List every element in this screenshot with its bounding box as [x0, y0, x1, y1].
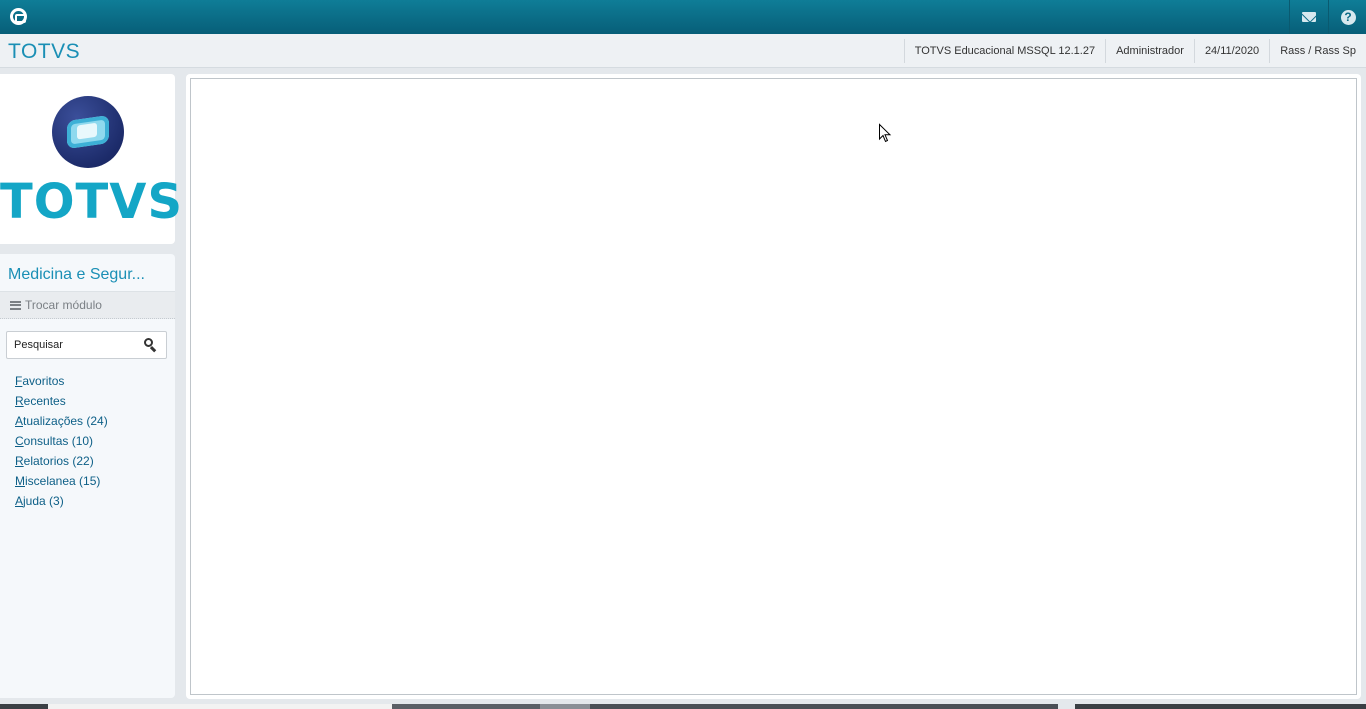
menu-item-relatorios[interactable]: Relatorios (22): [15, 453, 108, 473]
menu-item-ajuda[interactable]: Ajuda (3): [15, 493, 108, 513]
company-branch-info: Rass / Rass Sp: [1269, 39, 1366, 63]
menu-item-atualizacoes[interactable]: Atualizações (24): [15, 413, 108, 433]
mail-button[interactable]: [1290, 0, 1328, 34]
logo-panel: TOTVS: [0, 74, 184, 244]
switch-module-button[interactable]: Trocar módulo: [0, 291, 175, 319]
totvs-circle-icon[interactable]: [10, 8, 27, 25]
date-info: 24/11/2020: [1193, 39, 1269, 63]
brand-title: TOTVS: [8, 40, 81, 63]
mail-icon: [1302, 12, 1316, 22]
help-icon: ?: [1340, 9, 1356, 25]
bottom-strip: [0, 703, 1366, 709]
search-icon[interactable]: [144, 338, 157, 353]
help-button[interactable]: ?: [1329, 0, 1366, 34]
search-input[interactable]: [12, 336, 132, 354]
switch-module-label: Trocar módulo: [25, 298, 102, 312]
search-box: [6, 331, 167, 359]
menu-item-consultas[interactable]: Consultas (10): [15, 433, 108, 453]
logo-wordmark: TOTVS: [0, 174, 184, 230]
main-content-area[interactable]: [190, 78, 1357, 695]
session-info: TOTVS Educacional MSSQL 12.1.27 Administ…: [903, 39, 1366, 63]
mouse-cursor-icon: [879, 123, 892, 143]
module-title: Medicina e Segur...: [8, 266, 145, 283]
main-content-frame: [186, 74, 1361, 699]
menu-item-recentes[interactable]: Recentes: [15, 393, 108, 413]
environment-info: TOTVS Educacional MSSQL 12.1.27: [903, 39, 1105, 63]
totvs-logo-icon: [52, 96, 124, 168]
header-bar: TOTVS TOTVS Educacional MSSQL 12.1.27 Ad…: [0, 34, 1366, 68]
top-bar: ?: [0, 0, 1366, 34]
menu-item-miscelanea[interactable]: Miscelanea (15): [15, 473, 108, 493]
menu-list: Favoritos Recentes Atualizações (24) Con…: [15, 373, 108, 513]
hamburger-icon: [10, 300, 21, 310]
menu-item-favoritos[interactable]: Favoritos: [15, 373, 108, 393]
sidebar-menu: Medicina e Segur... Trocar módulo Favori…: [0, 254, 175, 698]
user-info: Administrador: [1105, 39, 1194, 63]
